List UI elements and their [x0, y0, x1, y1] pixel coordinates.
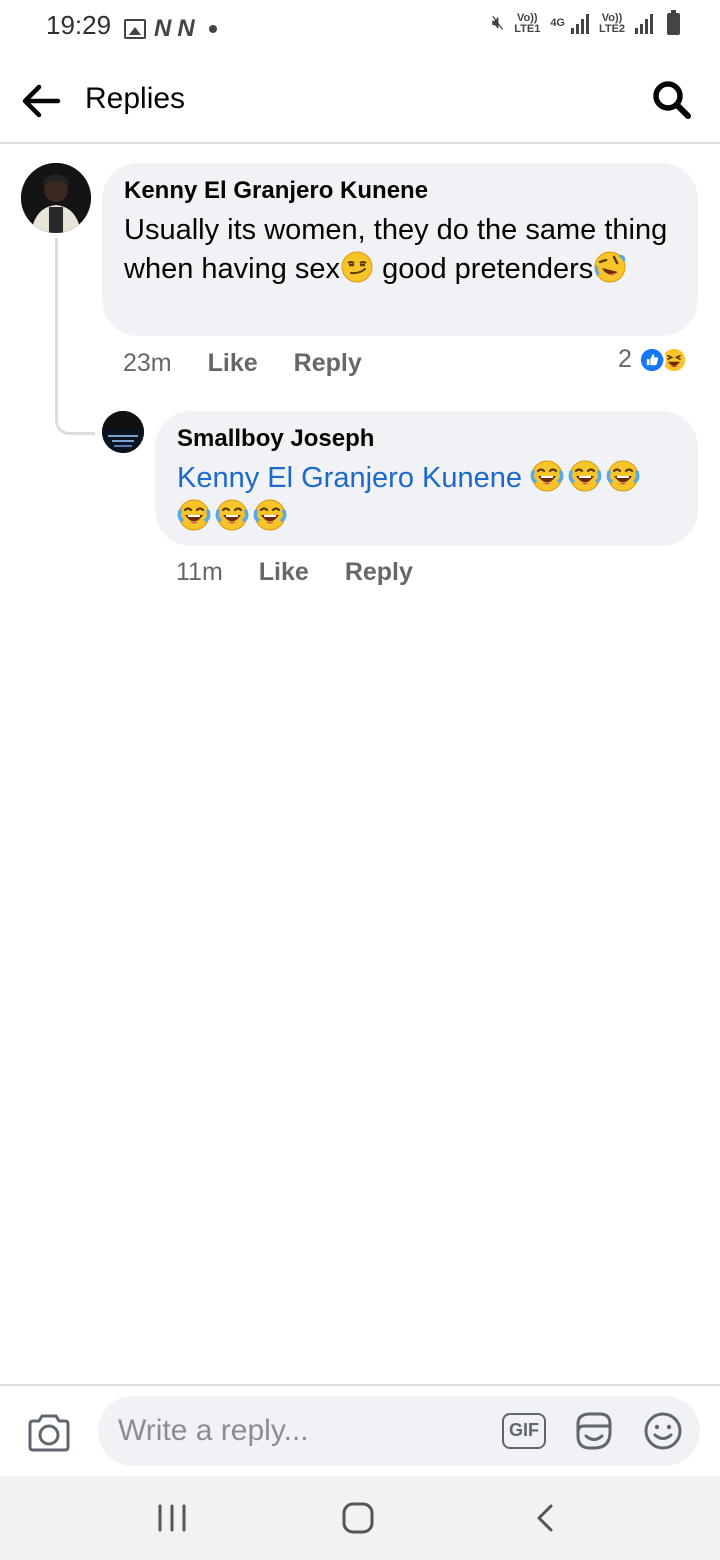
gallery-icon [124, 19, 146, 39]
system-back-button[interactable] [526, 1498, 566, 1538]
like-reaction-icon [637, 345, 666, 374]
page-title: Replies [85, 82, 186, 115]
reply-bubble[interactable]: Smallboy Joseph Kenny El Granjero Kunene [155, 411, 698, 546]
comment-time: 23m [123, 349, 172, 377]
lte1-label: Vo)) LTE1 [514, 11, 541, 35]
avatar-photo [102, 411, 144, 453]
avatar[interactable] [21, 163, 91, 233]
recent-apps-button[interactable] [152, 1498, 192, 1538]
arrow-left-icon [22, 84, 61, 118]
smiley-icon [644, 1412, 682, 1450]
comment-bubble[interactable]: Kenny El Granjero Kunene Usually its wom… [102, 163, 698, 336]
lte2-label: Vo)) LTE2 [598, 11, 626, 35]
camera-button[interactable] [26, 1412, 72, 1454]
battery-icon [667, 9, 680, 35]
reply-button[interactable]: Reply [294, 349, 362, 378]
gif-button[interactable]: GIF [502, 1413, 546, 1449]
tears-of-joy-emoji [568, 460, 602, 492]
comment-time: 11m [176, 558, 223, 586]
avatar-photo [21, 163, 91, 233]
more-notifications-dot-icon [208, 25, 217, 33]
network-type-label: 4G [550, 17, 565, 29]
comment-actions: 23m Like Reply [123, 349, 398, 378]
reply-input-container: GIF [98, 1396, 700, 1466]
like-button[interactable]: Like [259, 558, 309, 587]
recent-apps-icon [158, 1504, 186, 1532]
tears-of-joy-emoji [253, 499, 287, 531]
notification-n-icon: N [154, 15, 171, 42]
tears-of-joy-emoji [606, 460, 640, 492]
tears-of-joy-emoji [177, 499, 211, 531]
camera-icon [28, 1414, 70, 1452]
signal-icon [635, 13, 653, 34]
thread-connector-line [55, 238, 95, 435]
notification-n-icon: N [177, 15, 194, 42]
comment-text: Usually its women, they do the same thin… [124, 211, 676, 289]
avatar[interactable] [102, 411, 144, 453]
system-navigation-bar [0, 1476, 720, 1560]
home-icon [342, 1502, 374, 1534]
comment-text-part: good pretenders [374, 253, 594, 285]
comment-author[interactable]: Smallboy Joseph [177, 425, 676, 453]
reaction-count: 2 [618, 345, 632, 373]
reply-composer: GIF [0, 1384, 720, 1476]
status-time: 19:29 [46, 10, 112, 40]
reaction-summary[interactable]: 2 [618, 345, 688, 374]
search-icon [653, 81, 691, 119]
smirk-emoji [341, 251, 373, 283]
tears-of-joy-emoji [530, 460, 564, 492]
emoji-button[interactable] [642, 1410, 684, 1452]
comment-actions: 11m Like Reply [176, 558, 449, 587]
sticker-button[interactable] [572, 1410, 614, 1452]
sticker-icon [576, 1412, 612, 1450]
comment-text: Kenny El Granjero Kunene [177, 459, 676, 537]
back-button[interactable] [18, 78, 64, 124]
status-right-icons: 🔇︎ Vo)) LTE1 4G Vo)) LTE2 [491, 9, 680, 35]
status-bar: 19:29 N N 🔇︎ Vo)) LTE1 4G Vo)) LTE2 [0, 0, 720, 56]
home-button[interactable] [338, 1498, 378, 1538]
chevron-left-icon [537, 1504, 553, 1532]
reply-input[interactable] [118, 1410, 488, 1452]
reply-button[interactable]: Reply [345, 558, 413, 587]
mute-icon: 🔇︎ [491, 12, 505, 34]
comment-author[interactable]: Kenny El Granjero Kunene [124, 177, 676, 205]
like-button[interactable]: Like [208, 349, 258, 378]
mention-link[interactable]: Kenny El Granjero Kunene [177, 462, 522, 494]
rolling-laughing-emoji [594, 251, 626, 283]
tears-of-joy-emoji [215, 499, 249, 531]
header: Replies [0, 56, 720, 144]
signal-icon [571, 13, 589, 34]
search-button[interactable] [650, 78, 694, 122]
status-notification-icons: N N [124, 15, 217, 43]
